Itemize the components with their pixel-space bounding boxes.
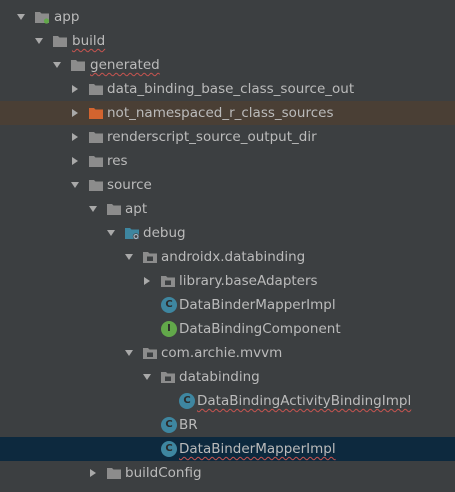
tree-label: BR <box>179 417 198 433</box>
tree-label: source <box>107 177 152 193</box>
chevron-down-icon[interactable] <box>140 365 154 389</box>
tree-row-build[interactable]: build <box>0 29 455 53</box>
tree-row-databindingcomponent[interactable]: I DataBindingComponent <box>0 317 455 341</box>
tree-row-renderscript-source-output-dir[interactable]: renderscript_source_output_dir <box>0 125 455 149</box>
tree-row-generated[interactable]: generated <box>0 53 455 77</box>
tree-row-data-binding-base-class-source-out[interactable]: data_binding_base_class_source_out <box>0 77 455 101</box>
package-icon <box>142 345 158 361</box>
chevron-down-icon[interactable] <box>68 173 82 197</box>
tree-label: library.baseAdapters <box>179 273 318 289</box>
tree-label: buildConfig <box>125 465 202 481</box>
tree-label: DataBindingComponent <box>179 321 341 337</box>
tree-label: res <box>107 153 128 169</box>
class-icon: C <box>161 417 177 433</box>
folder-icon <box>88 129 104 145</box>
tree-row-databindermapperimpl-selected[interactable]: C DataBinderMapperImpl <box>0 437 455 461</box>
tree-label: DataBinderMapperImpl <box>179 441 336 457</box>
chevron-right-icon[interactable] <box>68 77 82 101</box>
tree-row-androidx-databinding[interactable]: androidx.databinding <box>0 245 455 269</box>
tree-label: renderscript_source_output_dir <box>107 129 317 145</box>
folder-icon <box>88 177 104 193</box>
tree-label: databinding <box>179 369 260 385</box>
tree-row-buildconfig[interactable]: buildConfig <box>0 461 455 485</box>
tree-label: apt <box>125 201 148 217</box>
tree-row-databindermapperimpl[interactable]: C DataBinderMapperImpl <box>0 293 455 317</box>
tree-label: data_binding_base_class_source_out <box>107 81 355 97</box>
folder-icon <box>106 465 122 481</box>
chevron-down-icon[interactable] <box>104 221 118 245</box>
tree-row-app[interactable]: app <box>0 5 455 29</box>
chevron-down-icon[interactable] <box>86 197 100 221</box>
chevron-down-icon[interactable] <box>122 341 136 365</box>
tree-row-res[interactable]: res <box>0 149 455 173</box>
package-icon <box>160 273 176 289</box>
class-icon: C <box>179 393 195 409</box>
chevron-down-icon[interactable] <box>50 53 64 77</box>
chevron-right-icon[interactable] <box>68 101 82 125</box>
chevron-right-icon[interactable] <box>68 149 82 173</box>
project-tree: app build generated data_binding_base_cl… <box>0 0 455 492</box>
chevron-down-icon[interactable] <box>122 245 136 269</box>
tree-label: com.archie.mvvm <box>161 345 283 361</box>
chevron-right-icon <box>86 485 100 492</box>
chevron-right-icon[interactable] <box>140 269 154 293</box>
package-icon <box>142 249 158 265</box>
generated-source-folder-icon <box>124 225 140 241</box>
tree-row-source[interactable]: source <box>0 173 455 197</box>
tree-row-not-namespaced-r-class-sources[interactable]: not_namespaced_r_class_sources <box>0 101 455 125</box>
chevron-down-icon[interactable] <box>32 29 46 53</box>
class-icon: C <box>161 441 177 457</box>
tree-row-br[interactable]: C BR <box>0 413 455 437</box>
tree-label: build <box>72 33 106 49</box>
tree-label: app <box>54 9 80 25</box>
excluded-folder-icon <box>88 105 104 121</box>
folder-icon <box>106 201 122 217</box>
tree-label: DataBinderMapperImpl <box>179 297 336 313</box>
class-icon: C <box>161 297 177 313</box>
folder-icon <box>52 33 68 49</box>
tree-row-com-archie-mvvm[interactable]: com.archie.mvvm <box>0 341 455 365</box>
tree-row-partial <box>0 485 455 492</box>
tree-row-library-baseadapters[interactable]: library.baseAdapters <box>0 269 455 293</box>
tree-row-databindingactivitybindingimpl[interactable]: C DataBindingActivityBindingImpl <box>0 389 455 413</box>
interface-icon: I <box>161 321 177 337</box>
chevron-right-icon[interactable] <box>86 461 100 485</box>
tree-row-apt[interactable]: apt <box>0 197 455 221</box>
tree-row-databinding[interactable]: databinding <box>0 365 455 389</box>
folder-icon <box>70 57 86 73</box>
folder-icon <box>88 153 104 169</box>
chevron-right-icon[interactable] <box>68 125 82 149</box>
tree-label: not_namespaced_r_class_sources <box>107 105 334 121</box>
tree-row-debug[interactable]: debug <box>0 221 455 245</box>
tree-label: androidx.databinding <box>161 249 306 265</box>
package-icon <box>160 369 176 385</box>
folder-icon <box>88 81 104 97</box>
module-folder-icon <box>34 9 50 25</box>
tree-label: DataBindingActivityBindingImpl <box>197 393 412 409</box>
tree-label: generated <box>90 57 160 73</box>
chevron-down-icon[interactable] <box>14 5 28 29</box>
tree-label: debug <box>143 225 186 241</box>
